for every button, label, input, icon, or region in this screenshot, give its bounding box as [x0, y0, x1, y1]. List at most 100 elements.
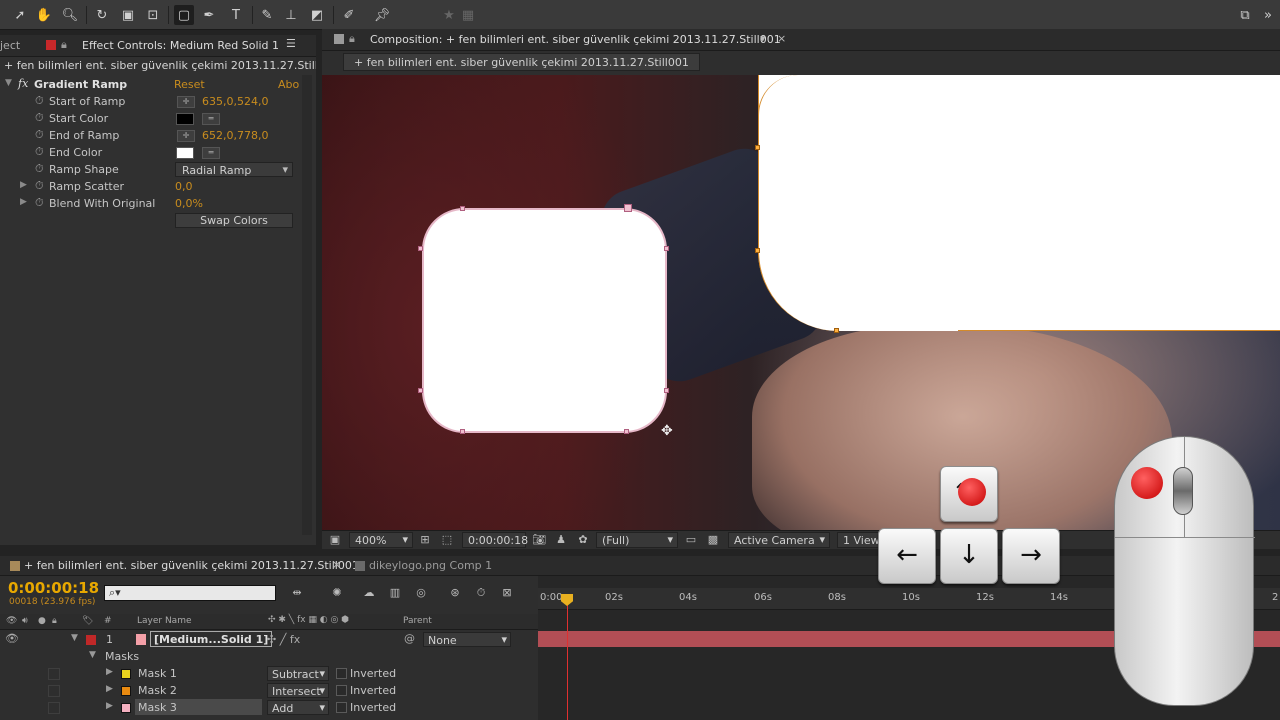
mask-color-swatch[interactable] [121, 669, 131, 679]
workspace-menu-icon[interactable]: ⧉ [1234, 5, 1256, 25]
layer-label-color[interactable] [86, 635, 96, 645]
eyedropper-icon[interactable]: ═ [202, 147, 220, 159]
snapshot-icon[interactable]: 📷︎ [532, 533, 546, 547]
frame-blending-icon[interactable]: ▥ [388, 586, 402, 600]
mask-vertex[interactable] [460, 206, 465, 211]
mask-row[interactable]: ▶ Mask 1 Subtract Inverted [0, 665, 538, 682]
pan-behind-tool-icon[interactable]: ⊡ [143, 5, 163, 25]
layer-switches-icons[interactable]: ✣ ╱ fx [267, 633, 300, 646]
mask-vertex[interactable] [755, 248, 760, 253]
mask-shape-large-corner[interactable] [758, 75, 958, 331]
fx-icon[interactable]: fx [18, 77, 28, 90]
shy-layers-icon[interactable]: ☁ [362, 586, 376, 600]
ramp-scatter-value[interactable]: 0,0 [175, 180, 193, 193]
show-snapshot-icon[interactable]: ♟ [554, 533, 568, 547]
fit-frame-icon[interactable]: ⊞ [418, 533, 432, 547]
mask-name[interactable]: Mask 2 [138, 684, 177, 697]
motion-blur-icon[interactable]: ◎ [414, 586, 428, 600]
close-icon[interactable]: × [777, 32, 786, 45]
start-color-swatch[interactable] [176, 113, 194, 125]
pickwhip-icon[interactable]: @ [404, 632, 415, 645]
draft-3d-icon[interactable]: ✺ [330, 586, 344, 600]
mask-mode-dropdown[interactable]: Add [267, 700, 329, 715]
start-of-ramp-value[interactable]: 635,0,524,0 [202, 95, 268, 108]
hand-tool-icon[interactable]: ✋ [34, 5, 54, 25]
stopwatch-icon[interactable]: ⏱︎ [35, 179, 44, 193]
inverted-checkbox[interactable] [336, 685, 347, 696]
current-time-display[interactable]: 0:00:00:18 [8, 579, 99, 597]
visibility-eye-icon[interactable]: 👁︎ [5, 632, 19, 645]
swap-colors-button[interactable]: Swap Colors [175, 213, 293, 228]
expand-triangle-icon[interactable]: ▶ [20, 180, 27, 190]
stopwatch-icon[interactable]: ⏱︎ [35, 128, 44, 142]
brush-tool-icon[interactable]: ✎ [257, 5, 277, 25]
mask-vertex[interactable] [418, 246, 423, 251]
timecode-display[interactable]: 0:00:00:18 [462, 532, 528, 548]
zoom-dropdown[interactable]: 400% [349, 532, 413, 548]
lock-icon[interactable]: 🔒︎ [349, 32, 355, 46]
mask-visibility-box[interactable] [48, 702, 60, 714]
comp-mini-flowchart-icon[interactable]: ⇹ [290, 586, 304, 600]
mask-vertex[interactable] [834, 328, 839, 333]
mask-mode-dropdown[interactable]: Subtract [267, 666, 329, 681]
toolbar-chevron-icon[interactable]: » [1258, 5, 1278, 25]
tab-composition[interactable]: Composition: + fen bilimleri ent. siber … [370, 33, 781, 46]
auto-keyframe-icon[interactable]: ⏱︎ [474, 586, 488, 600]
mask-vertex[interactable] [664, 246, 669, 251]
stopwatch-icon[interactable]: ⏱︎ [35, 196, 44, 210]
stopwatch-icon[interactable]: ⏱︎ [35, 162, 44, 176]
effect-controls-scrollbar[interactable] [302, 75, 312, 535]
tab-timeline-main[interactable]: + fen bilimleri ent. siber güvenlik çeki… [24, 559, 359, 572]
expand-triangle-icon[interactable]: ▼ [5, 78, 12, 88]
layer-search-input[interactable]: ⌕▾ [104, 585, 276, 601]
about-link[interactable]: Abo [278, 78, 299, 91]
ramp-shape-dropdown[interactable]: Radial Ramp [175, 162, 293, 177]
mask-color-swatch[interactable] [121, 703, 131, 713]
rectangle-mask-tool-icon[interactable]: ▢ [174, 5, 194, 25]
inverted-checkbox[interactable] [336, 702, 347, 713]
mask-vertex[interactable] [755, 145, 760, 150]
region-of-interest-icon[interactable]: ▭ [684, 533, 698, 547]
camera-tool-icon[interactable]: ▣ [118, 5, 138, 25]
mask-vertex[interactable] [418, 388, 423, 393]
end-of-ramp-value[interactable]: 652,0,778,0 [202, 129, 268, 142]
stopwatch-icon[interactable]: ⏱︎ [35, 145, 44, 159]
parent-dropdown[interactable]: None [423, 632, 511, 647]
expand-triangle-icon[interactable]: ▶ [20, 197, 27, 207]
puppet-pin-tool-icon[interactable]: 📌︎ [372, 5, 392, 25]
graph-editor-icon[interactable]: ⊠ [500, 586, 514, 600]
always-preview-icon[interactable]: ▣ [328, 533, 342, 547]
stopwatch-icon[interactable]: ⏱︎ [35, 94, 44, 108]
panel-menu-icon[interactable]: ☰ [286, 37, 296, 50]
mask-vertex[interactable] [664, 388, 669, 393]
eyedropper-icon[interactable]: ═ [202, 113, 220, 125]
pen-tool-icon[interactable]: ✒ [199, 5, 219, 25]
crosshair-point-icon[interactable]: ✛ [177, 130, 195, 142]
selection-tool-icon[interactable]: ➚ [10, 5, 30, 25]
resolution-dropdown[interactable]: (Full) [596, 532, 678, 548]
mask-color-swatch[interactable] [121, 686, 131, 696]
mask-vertex[interactable] [460, 429, 465, 434]
transparency-grid-icon[interactable]: ▩ [706, 533, 720, 547]
close-icon[interactable]: × [332, 558, 341, 571]
tab-project[interactable]: ject [0, 39, 20, 52]
mask-3-shape[interactable] [422, 208, 667, 433]
brainstorm-icon[interactable]: ⊛ [448, 586, 462, 600]
roto-brush-tool-icon[interactable]: ✐ [339, 5, 359, 25]
expand-triangle-icon[interactable]: ▼ [89, 650, 96, 660]
clone-stamp-tool-icon[interactable]: ⊥ [281, 5, 301, 25]
expand-triangle-icon[interactable]: ▶ [106, 684, 113, 694]
mask-visibility-box[interactable] [48, 668, 60, 680]
mask-name[interactable]: Mask 3 [135, 699, 262, 715]
comp-flow-tab[interactable]: + fen bilimleri ent. siber güvenlik çeki… [343, 53, 700, 71]
reset-link[interactable]: Reset [174, 78, 205, 91]
safe-areas-icon[interactable]: ⬚ [440, 533, 454, 547]
mask-name[interactable]: Mask 1 [138, 667, 177, 680]
mask-vertex[interactable] [624, 429, 629, 434]
current-time-indicator[interactable] [567, 598, 568, 720]
tab-effect-controls[interactable]: Effect Controls: Medium Red Solid 1 [82, 39, 279, 52]
comp-dropdown-icon[interactable]: ▾ [760, 32, 766, 45]
layer-row[interactable]: 👁︎ ▼ 1 [Medium...Solid 1] ✣ ╱ fx @ None [0, 631, 538, 648]
eraser-tool-icon[interactable]: ◩ [307, 5, 327, 25]
layer-name-column-header[interactable]: Layer Name [137, 616, 192, 626]
